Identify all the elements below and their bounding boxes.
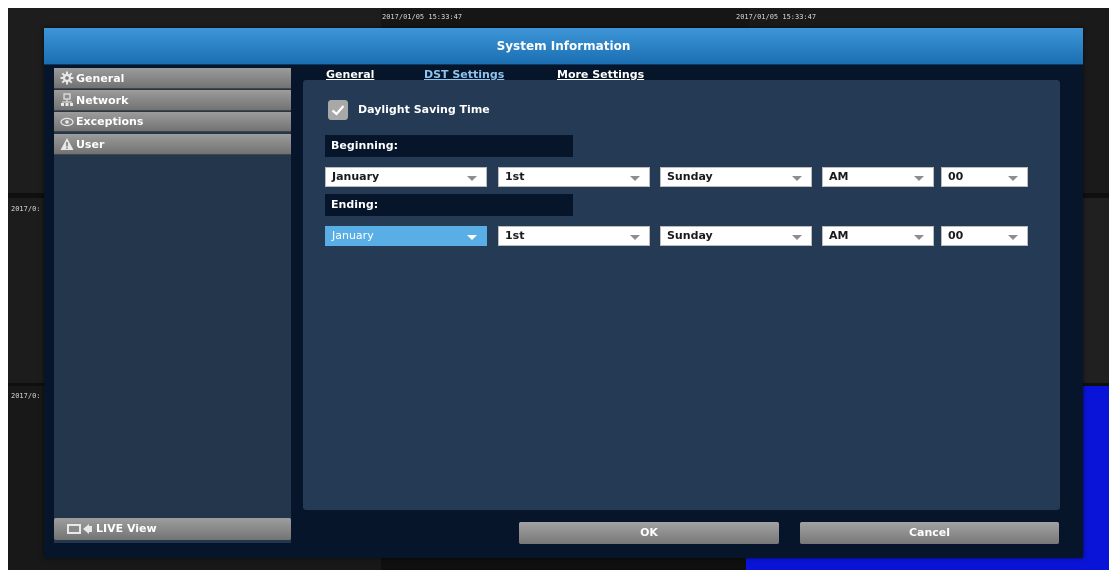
sidebar-item-exceptions[interactable]: Exceptions [54,112,291,132]
checkmark-icon [331,105,345,116]
sidebar-item-label: Exceptions [76,115,144,128]
select-value: Sunday [667,229,713,242]
daylight-saving-label: Daylight Saving Time [358,103,490,116]
system-information-dialog: System Information General Network Excep… [44,28,1083,558]
select-value: 1st [505,229,525,242]
ending-hour-select[interactable]: 00 [941,226,1028,246]
select-value: Sunday [667,170,713,183]
select-value: AM [829,229,849,242]
sidebar-item-user[interactable]: User [54,134,291,155]
eye-icon [60,117,74,127]
select-value: 00 [948,170,964,183]
chevron-down-icon [792,176,802,181]
chevron-down-icon [630,176,640,181]
ok-button[interactable]: OK [519,522,779,544]
select-value: January [332,229,374,242]
select-value: January [332,170,380,183]
warning-icon [60,138,74,150]
beginning-week-select[interactable]: 1st [498,167,650,187]
select-value: AM [829,170,849,183]
beginning-hour-select[interactable]: 00 [941,167,1028,187]
beginning-ampm-select[interactable]: AM [822,167,934,187]
camera-timestamp-partial: 2017/0: [11,392,41,400]
sidebar-item-label: General [76,72,125,85]
daylight-saving-checkbox[interactable] [328,100,348,120]
sidebar-item-general[interactable]: General [54,68,291,89]
camera-tile [1083,198,1109,383]
dst-settings-panel: Daylight Saving Time Beginning: January … [303,80,1060,510]
chevron-down-icon [467,235,477,240]
select-value: 00 [948,229,964,242]
ending-day-select[interactable]: Sunday [660,226,812,246]
beginning-month-select[interactable]: January [325,167,487,187]
chevron-down-icon [914,176,924,181]
sidebar-item-label: Network [76,94,129,107]
chevron-down-icon [1008,235,1018,240]
network-icon [61,93,73,106]
ending-label: Ending: [325,194,573,216]
live-view-button[interactable]: LIVE View [54,518,291,540]
select-value: 1st [505,170,525,183]
beginning-label: Beginning: [325,135,573,157]
live-view-icon [67,524,92,534]
cancel-button[interactable]: Cancel [800,522,1059,544]
sidebar: General Network Exceptions User [54,68,291,543]
sidebar-item-label: User [76,138,105,151]
ending-week-select[interactable]: 1st [498,226,650,246]
sidebar-item-network[interactable]: Network [54,90,291,111]
live-view-label: LIVE View [96,522,157,535]
camera-timestamp-partial: 2017/0: [11,205,41,213]
chevron-down-icon [467,176,477,181]
chevron-down-icon [792,235,802,240]
ending-ampm-select[interactable]: AM [822,226,934,246]
camera-timestamp: 2017/01/05 15:33:47 [736,13,817,21]
chevron-down-icon [630,235,640,240]
ending-month-select[interactable]: January [325,226,487,246]
gear-icon [60,71,74,85]
chevron-down-icon [1008,176,1018,181]
camera-timestamp: 2017/01/05 15:33:47 [382,13,463,21]
beginning-day-select[interactable]: Sunday [660,167,812,187]
dialog-title: System Information [44,28,1083,65]
chevron-down-icon [914,235,924,240]
